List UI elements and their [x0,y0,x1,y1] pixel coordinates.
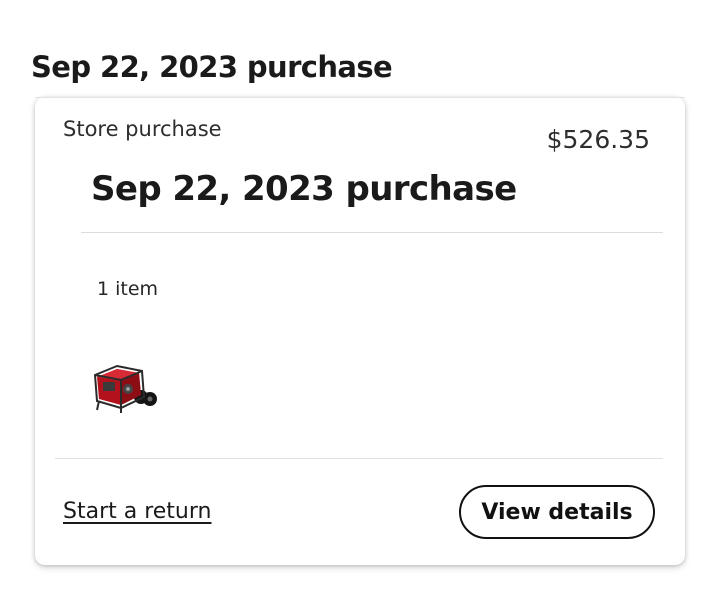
start-return-link[interactable]: Start a return [63,499,211,524]
portable-generator-image[interactable] [87,355,165,417]
order-title: Sep 22, 2023 purchase [91,169,517,209]
page-heading: Sep 22, 2023 purchase [31,50,393,84]
purchase-type-label: Store purchase [63,117,222,141]
view-details-button[interactable]: View details [459,485,655,539]
order-card: Store purchase $526.35 Sep 22, 2023 purc… [35,97,685,565]
order-total: $526.35 [546,125,650,154]
divider [81,232,663,233]
card-top-border [35,97,685,98]
divider [55,458,663,459]
item-count: 1 item [97,278,159,300]
